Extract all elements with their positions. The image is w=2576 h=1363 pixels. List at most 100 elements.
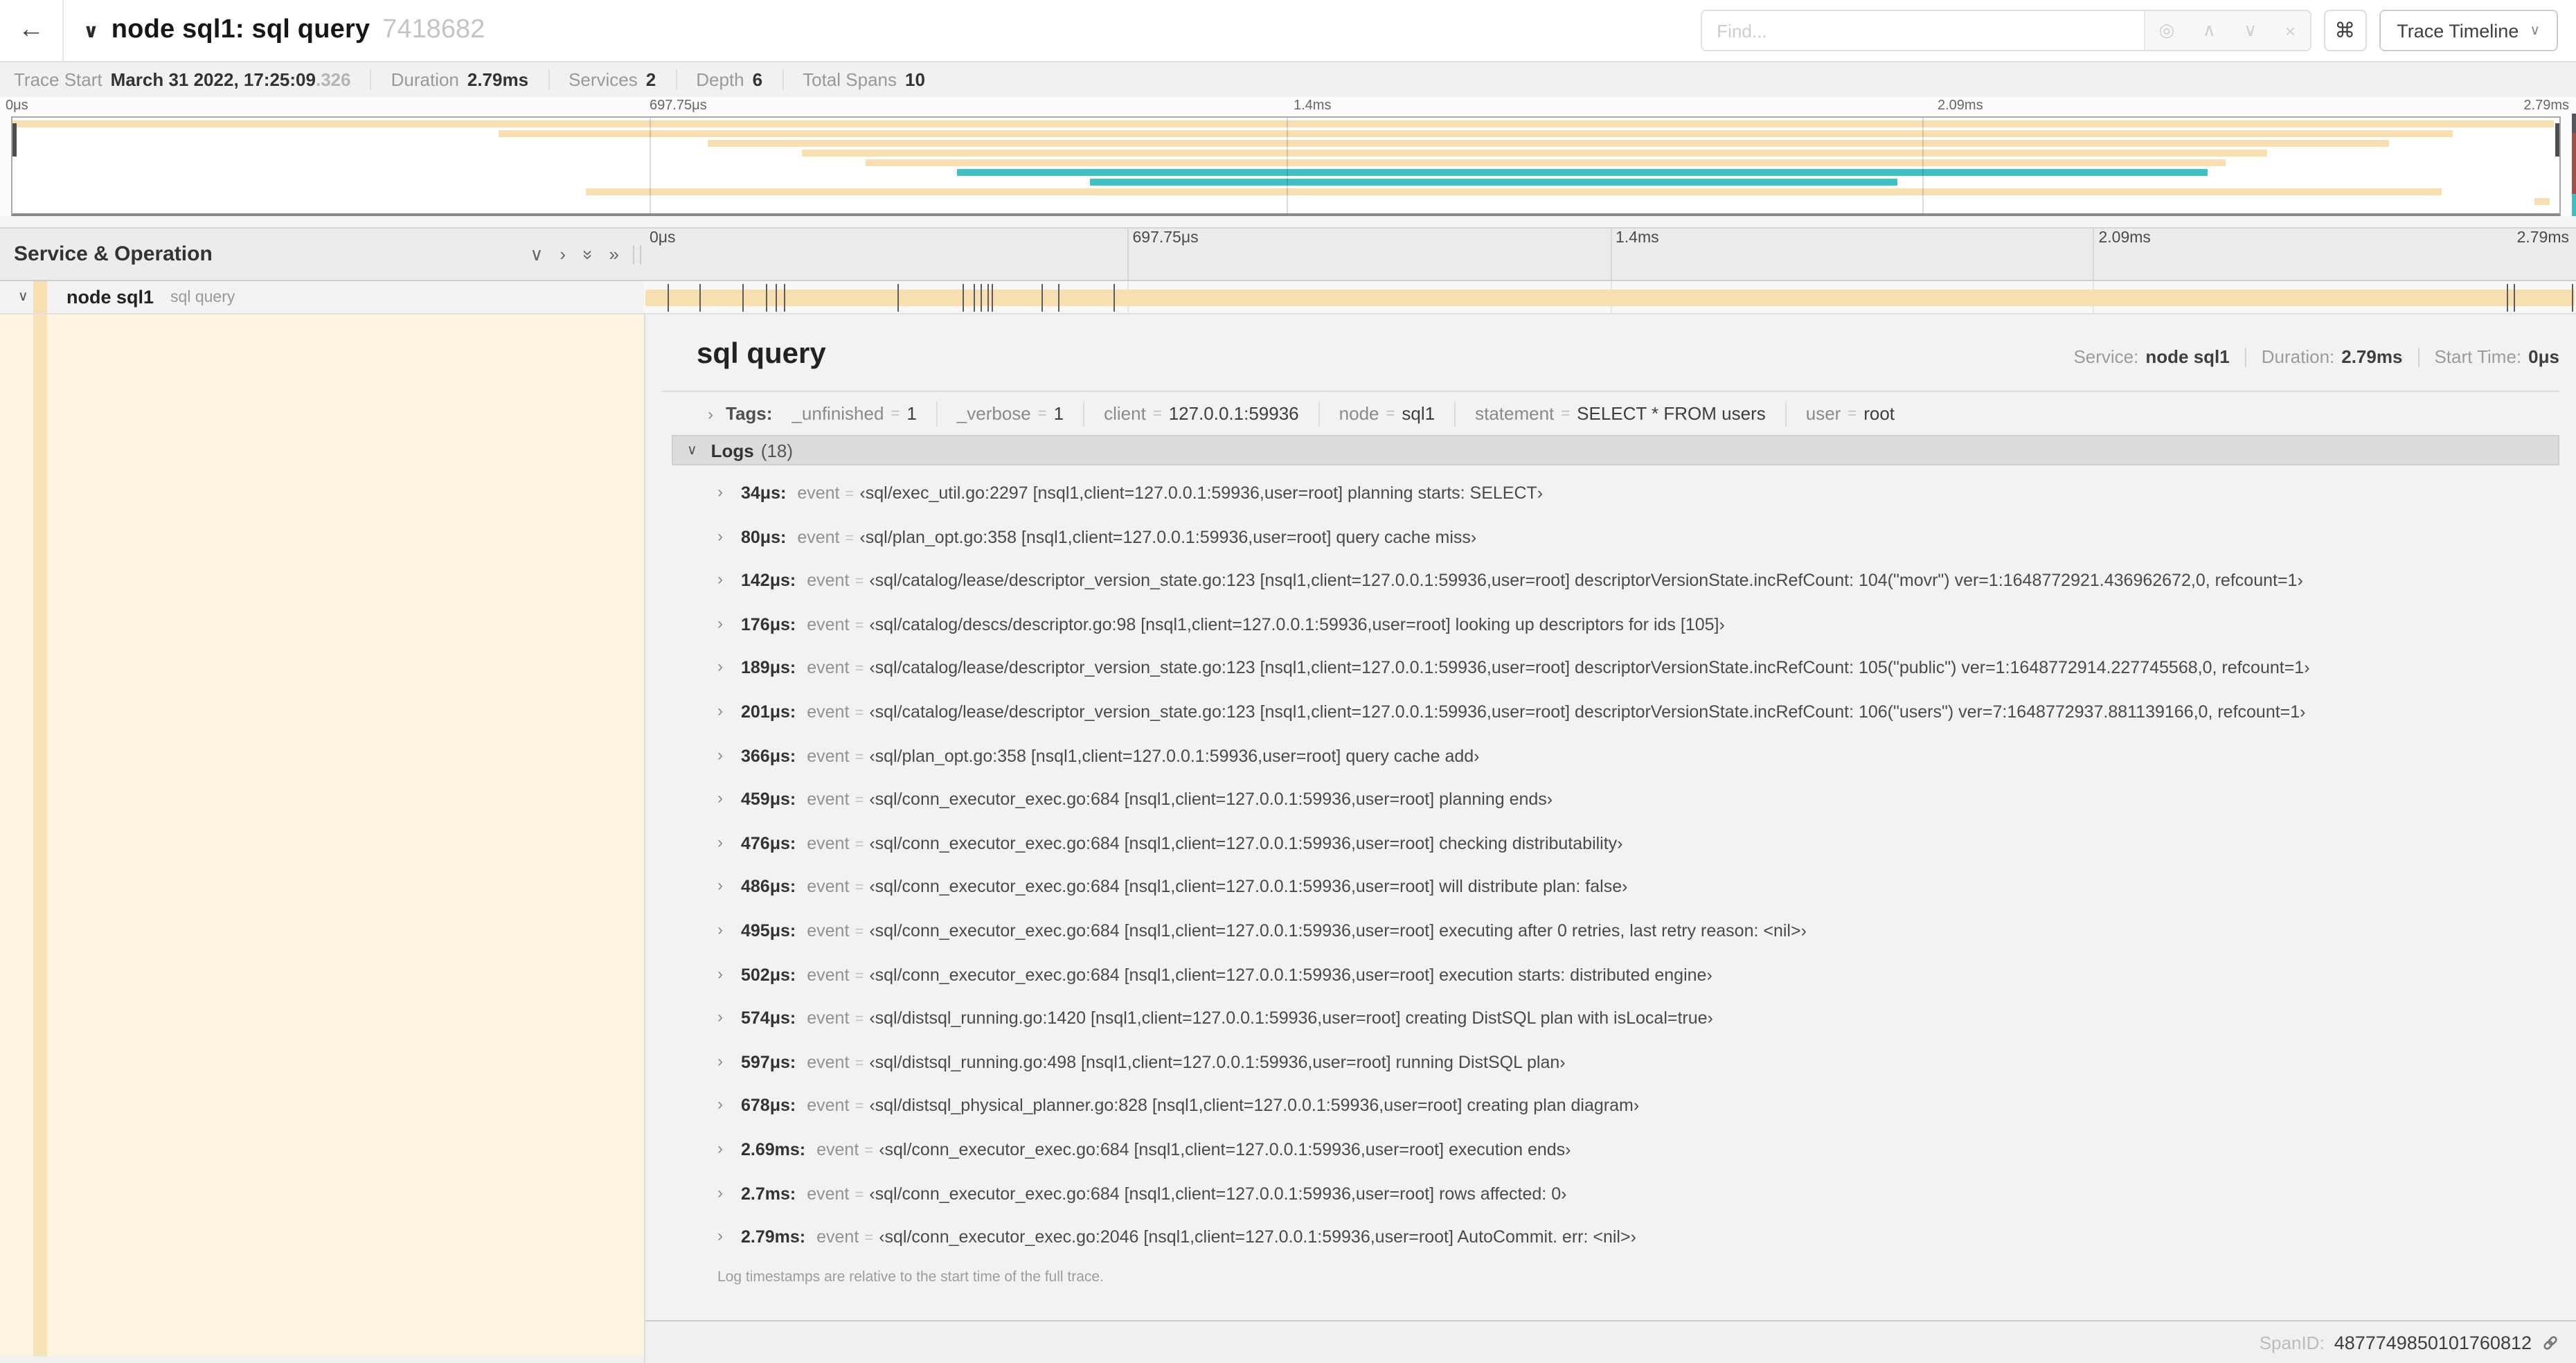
log-field-value: ‹sql/catalog/lease/descriptor_version_st… xyxy=(869,658,2310,678)
log-entry[interactable]: › 2.7ms: event = ‹sql/conn_executor_exec.go:… xyxy=(645,1173,2576,1216)
chevron-right-icon[interactable]: › xyxy=(717,1182,723,1202)
tag-item[interactable]: user = root xyxy=(1806,401,1914,426)
log-entry[interactable]: › 486μs: event = ‹sql/conn_executor_exec.go:… xyxy=(645,866,2576,910)
log-entry[interactable]: › 502μs: event = ‹sql/conn_executor_exec.go:… xyxy=(645,954,2576,997)
tag-key: user xyxy=(1805,403,1841,424)
log-tick-mark xyxy=(1041,284,1043,312)
minimap-left-handle[interactable] xyxy=(12,123,17,157)
log-field-value: ‹sql/catalog/descs/descriptor.go:98 [nsq… xyxy=(869,614,1725,634)
log-field-value: ‹sql/conn_executor_exec.go:684 [nsql1,cl… xyxy=(869,790,1553,810)
span-duration-bar[interactable] xyxy=(645,289,2575,306)
log-entry[interactable]: › 34μs: event = ‹sql/exec_util.go:2297 [nsql… xyxy=(645,472,2576,516)
log-entry[interactable]: › 176μs: event = ‹sql/catalog/descs/descript… xyxy=(645,604,2576,648)
trace-view-select[interactable]: Trace Timeline ∨ xyxy=(2379,10,2558,51)
tag-item[interactable]: statement = SELECT * FROM users xyxy=(1475,401,1787,426)
log-entry[interactable]: › 201μs: event = ‹sql/catalog/lease/descript… xyxy=(645,691,2576,735)
chevron-right-icon[interactable]: › xyxy=(717,1139,723,1158)
trace-title-group[interactable]: ∨ node sql1: sql query 7418682 xyxy=(83,15,485,46)
chevron-right-icon[interactable]: › xyxy=(717,1051,723,1070)
log-entry[interactable]: › 2.79ms: event = ‹sql/conn_executor_exec.go… xyxy=(645,1216,2576,1260)
log-entry[interactable]: › 189μs: event = ‹sql/catalog/lease/descript… xyxy=(645,648,2576,691)
log-entry[interactable]: › 459μs: event = ‹sql/conn_executor_exec.go:… xyxy=(645,778,2576,822)
chevron-down-icon: ∨ xyxy=(2530,23,2540,38)
chevron-right-icon[interactable]: › xyxy=(717,482,723,501)
log-entry[interactable]: › 678μs: event = ‹sql/distsql_physical_plann… xyxy=(645,1085,2576,1129)
tag-item[interactable]: client = 127.0.0.1:59936 xyxy=(1104,401,1320,426)
info-value: 2.79ms xyxy=(467,69,529,90)
span-timeline-cell[interactable] xyxy=(644,281,2576,313)
log-field-key: event xyxy=(807,746,850,766)
chevron-right-icon[interactable]: › xyxy=(717,1226,723,1245)
equals-sign: = xyxy=(855,573,864,591)
chevron-right-icon[interactable]: › xyxy=(717,745,723,764)
column-resizer[interactable] xyxy=(633,245,641,265)
clear-icon[interactable]: × xyxy=(2285,20,2296,41)
chevron-right-icon[interactable]: › xyxy=(717,963,723,983)
chevron-right-icon[interactable]: › xyxy=(717,569,723,589)
info-label: Depth xyxy=(696,69,744,90)
equals-sign: = xyxy=(891,405,900,422)
equals-sign: = xyxy=(855,617,864,634)
chevron-right-icon[interactable]: › xyxy=(717,701,723,720)
log-entry[interactable]: › 366μs: event = ‹sql/plan_opt.go:358 [nsql1… xyxy=(645,735,2576,778)
chevron-right-icon[interactable]: › xyxy=(717,657,723,677)
tag-item[interactable]: _verbose = 1 xyxy=(957,401,1085,426)
axis-tick-label: 697.75μs xyxy=(650,98,707,114)
chevron-right-icon[interactable]: › xyxy=(717,832,723,852)
span-expander-icon[interactable]: ∨ xyxy=(18,289,28,305)
find-next-icon[interactable]: ∨ xyxy=(2244,19,2257,42)
link-icon[interactable] xyxy=(2541,1333,2559,1351)
span-detail-column: sql query Service: node sql1 Duration: 2… xyxy=(644,314,2576,1363)
log-entry[interactable]: › 495μs: event = ‹sql/conn_executor_exec.go:… xyxy=(645,910,2576,954)
log-entry[interactable]: › 142μs: event = ‹sql/catalog/lease/descript… xyxy=(645,560,2576,603)
tag-item[interactable]: _unfinished = 1 xyxy=(791,401,938,426)
axis-tick-label: 2.09ms xyxy=(1938,98,1983,114)
logs-section-header[interactable]: ∨ Logs (18) xyxy=(672,435,2559,465)
chevron-down-icon[interactable]: ∨ xyxy=(83,19,99,42)
chevron-right-icon[interactable]: › xyxy=(717,876,723,896)
log-entry[interactable]: › 80μs: event = ‹sql/plan_opt.go:358 [nsql1,… xyxy=(645,516,2576,560)
chevron-right-icon[interactable]: › xyxy=(717,920,723,939)
tag-key: client xyxy=(1104,403,1146,424)
log-field-value: ‹sql/plan_opt.go:358 [nsql1,client=127.0… xyxy=(859,527,1477,547)
log-timestamp: 142μs: xyxy=(741,571,796,591)
log-entry[interactable]: › 574μs: event = ‹sql/distsql_running.go:142… xyxy=(645,997,2576,1041)
find-input[interactable] xyxy=(1701,11,2144,50)
chevron-right-icon[interactable]: › xyxy=(717,526,723,545)
expand-all-icon[interactable]: » xyxy=(609,243,619,265)
info-label: Duration xyxy=(391,69,459,90)
chevron-right-icon[interactable]: › xyxy=(717,1095,723,1114)
find-prev-icon[interactable]: ∧ xyxy=(2203,19,2216,42)
back-button[interactable]: ← xyxy=(0,0,64,61)
tag-value: root xyxy=(1863,403,1895,424)
minimap-canvas[interactable] xyxy=(11,116,2561,216)
log-field-value: ‹sql/catalog/lease/descriptor_version_st… xyxy=(869,571,2303,591)
chevron-right-icon[interactable]: › xyxy=(717,614,723,633)
span-name-cell[interactable]: ∨ node sql1 sql query xyxy=(0,281,644,313)
locate-icon[interactable]: ◎ xyxy=(2159,19,2175,42)
chevron-right-icon[interactable]: › xyxy=(717,1007,723,1026)
minimap-span-bar xyxy=(802,149,2266,156)
tags-row[interactable]: › Tags: _unfinished = 1 _verbose = 1 client = 12… xyxy=(645,392,2576,435)
collapse-one-icon[interactable]: ∨ xyxy=(530,243,543,265)
page-title: node sql1: sql query xyxy=(111,15,370,44)
gutter-footer xyxy=(0,1356,644,1363)
chevron-right-icon[interactable]: › xyxy=(708,404,713,423)
log-field-key: event xyxy=(797,483,840,503)
span-detail-meta: Service: node sql1 Duration: 2.79ms Star… xyxy=(2073,346,2559,367)
log-entry[interactable]: › 476μs: event = ‹sql/conn_executor_exec.go:… xyxy=(645,823,2576,866)
span-row[interactable]: ∨ node sql1 sql query xyxy=(0,281,2576,314)
log-timestamp: 574μs: xyxy=(741,1008,796,1028)
expand-one-icon[interactable]: › xyxy=(560,243,566,265)
log-entry[interactable]: › 2.69ms: event = ‹sql/conn_executor_exec.go… xyxy=(645,1129,2576,1173)
log-tick-mark xyxy=(897,284,899,312)
tag-item[interactable]: node = sql1 xyxy=(1339,401,1456,426)
minimap-right-handle[interactable] xyxy=(2555,123,2559,157)
log-timestamp: 486μs: xyxy=(741,877,796,897)
log-entry[interactable]: › 597μs: event = ‹sql/distsql_running.go:498… xyxy=(645,1041,2576,1085)
chevron-right-icon[interactable]: › xyxy=(717,788,723,808)
collapse-all-icon[interactable]: » xyxy=(576,249,598,259)
find-group: ◎ ∧ ∨ × xyxy=(1700,10,2311,51)
equals-sign: = xyxy=(855,923,864,941)
keyboard-shortcuts-button[interactable]: ⌘ xyxy=(2323,10,2367,51)
